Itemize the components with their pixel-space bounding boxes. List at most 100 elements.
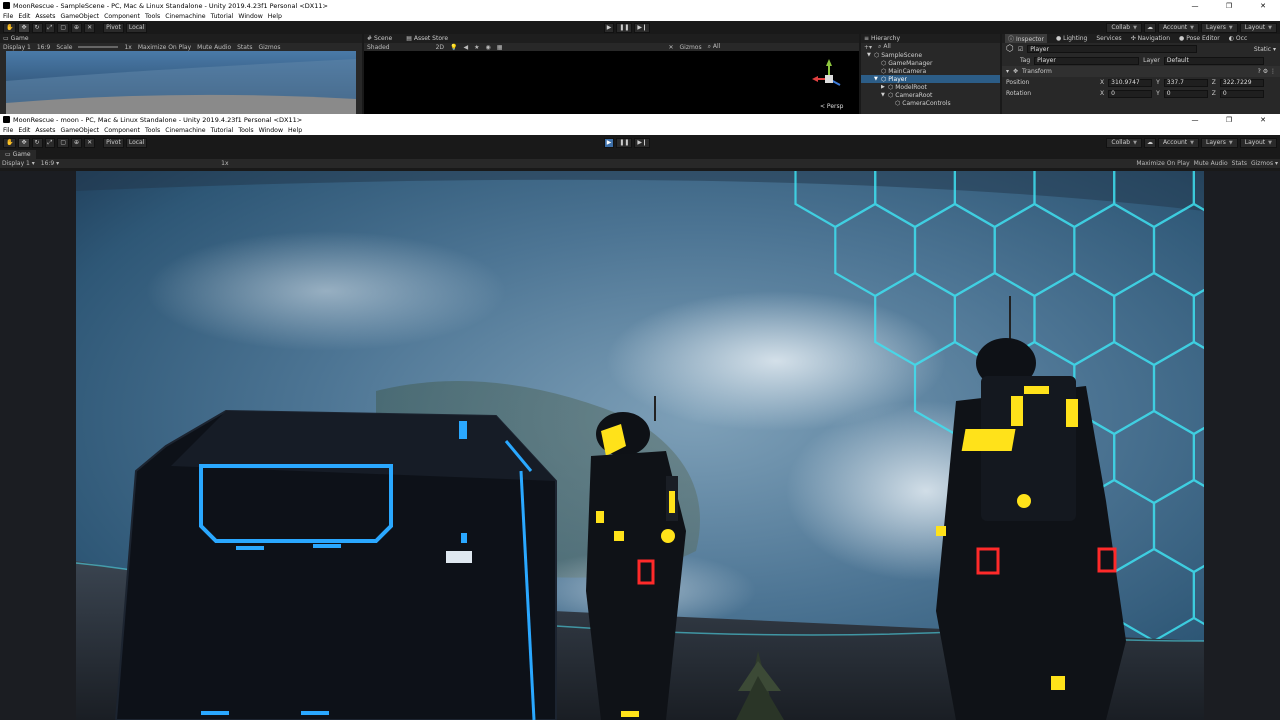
2d-toggle[interactable]: 2D bbox=[436, 44, 444, 51]
layout-dropdown[interactable]: Layout ▼ bbox=[1239, 22, 1278, 33]
hierarchy-search[interactable]: ⌕ All bbox=[878, 43, 891, 51]
tab-pose-editor[interactable]: ● Pose Editor bbox=[1179, 35, 1220, 42]
aspect-dropdown[interactable]: 16:9 bbox=[37, 44, 50, 51]
menu-edit[interactable]: Edit bbox=[18, 13, 30, 20]
minimize-icon[interactable]: — bbox=[1178, 116, 1212, 124]
pivot-toggle[interactable]: Pivot bbox=[103, 22, 124, 33]
display-dropdown[interactable]: Display 1 ▾ bbox=[2, 160, 35, 167]
expand-toggle-icon[interactable]: ▼ bbox=[874, 76, 881, 82]
rotation-x-field[interactable]: 0 bbox=[1108, 89, 1153, 98]
tab-asset-store[interactable]: ▤ Asset Store bbox=[406, 35, 448, 42]
layer-dropdown[interactable]: Default bbox=[1163, 56, 1264, 65]
active-checkbox[interactable]: ☑ bbox=[1018, 46, 1023, 53]
display-dropdown[interactable]: Display 1 bbox=[3, 44, 31, 51]
local-toggle[interactable]: Local bbox=[125, 22, 148, 33]
step-button[interactable]: ▶❙ bbox=[634, 137, 651, 148]
hand-tool-icon[interactable]: ✋ bbox=[3, 137, 17, 148]
play-button[interactable]: ▶ bbox=[603, 22, 615, 33]
cloud-icon[interactable]: ☁ bbox=[1143, 22, 1156, 33]
position-x-field[interactable]: 310.9747 bbox=[1108, 78, 1153, 87]
tag-dropdown[interactable]: Player bbox=[1034, 56, 1140, 65]
collab-dropdown[interactable]: Collab ▼ bbox=[1106, 137, 1142, 148]
tab-inspector[interactable]: ⓘ Inspector bbox=[1005, 34, 1047, 43]
expand-toggle-icon[interactable]: ▼ bbox=[881, 92, 888, 98]
move-tool-icon[interactable]: ✥ bbox=[18, 137, 30, 148]
pivot-toggle[interactable]: Pivot bbox=[103, 137, 124, 148]
tab-game[interactable]: ▭ Game bbox=[0, 150, 36, 159]
close-icon[interactable]: ✕ bbox=[1246, 2, 1280, 10]
tab-lighting[interactable]: ● Lighting bbox=[1056, 35, 1087, 42]
scale-tool-icon[interactable]: ⤢ bbox=[44, 22, 56, 33]
pause-button[interactable]: ❚❚ bbox=[616, 137, 633, 148]
menu-help[interactable]: Help bbox=[288, 127, 302, 134]
menu-window[interactable]: Window bbox=[259, 127, 283, 134]
hierarchy-item[interactable]: ▶ ⬡ ModelRoot bbox=[861, 83, 1000, 91]
maximize-on-play-toggle[interactable]: Maximize On Play bbox=[138, 44, 191, 51]
rotate-tool-icon[interactable]: ↻ bbox=[31, 22, 43, 33]
component-menu-icon[interactable]: ? ⚙ ⋮ bbox=[1258, 68, 1276, 75]
audio-icon[interactable]: ◀ bbox=[464, 44, 469, 51]
custom-tool-icon[interactable]: ✕ bbox=[84, 137, 96, 148]
gizmos-dropdown[interactable]: Gizmos ▾ bbox=[1251, 160, 1278, 167]
effects-icon[interactable]: ★ bbox=[474, 44, 479, 51]
rotation-z-field[interactable]: 0 bbox=[1219, 89, 1264, 98]
tab-game[interactable]: ▭ Game bbox=[0, 34, 362, 43]
game-viewport[interactable] bbox=[76, 171, 1204, 720]
play-button[interactable]: ▶ bbox=[603, 137, 615, 148]
menu-help[interactable]: Help bbox=[268, 13, 282, 20]
mute-audio-toggle[interactable]: Mute Audio bbox=[197, 44, 231, 51]
move-tool-icon[interactable]: ✥ bbox=[18, 22, 30, 33]
transform-tool-icon[interactable]: ⊕ bbox=[71, 137, 83, 148]
position-z-field[interactable]: 322.7229 bbox=[1219, 78, 1264, 87]
menu-window[interactable]: Window bbox=[238, 13, 262, 20]
menu-assets[interactable]: Assets bbox=[35, 127, 55, 134]
maximize-icon[interactable]: ❐ bbox=[1212, 2, 1246, 10]
transform-header[interactable]: ▾ ✥ Transform ? ⚙ ⋮ bbox=[1002, 66, 1280, 77]
static-toggle[interactable]: Static ▾ bbox=[1254, 46, 1276, 53]
maximize-on-play-toggle[interactable]: Maximize On Play bbox=[1136, 160, 1189, 167]
menu-assets[interactable]: Assets bbox=[35, 13, 55, 20]
tab-hierarchy[interactable]: ≡ Hierarchy bbox=[861, 34, 1000, 43]
persp-label[interactable]: < Persp bbox=[820, 103, 843, 110]
hierarchy-item[interactable]: ▼ ⬡ SampleScene bbox=[861, 51, 1000, 59]
scale-tool-icon[interactable]: ⤢ bbox=[44, 137, 56, 148]
position-y-field[interactable]: 337.7 bbox=[1163, 78, 1208, 87]
grid-icon[interactable]: ▦ bbox=[497, 44, 503, 51]
light-icon[interactable]: 💡 bbox=[450, 44, 457, 51]
layers-dropdown[interactable]: Layers ▼ bbox=[1201, 137, 1238, 148]
menu-component[interactable]: Component bbox=[104, 127, 140, 134]
pause-button[interactable]: ❚❚ bbox=[616, 22, 633, 33]
menu-file[interactable]: File bbox=[3, 13, 13, 20]
close-icon[interactable]: ✕ bbox=[1246, 116, 1280, 124]
transform-tool-icon[interactable]: ⊕ bbox=[71, 22, 83, 33]
menu-tutorial[interactable]: Tutorial bbox=[211, 13, 234, 20]
menu-component[interactable]: Component bbox=[104, 13, 140, 20]
menu-edit[interactable]: Edit bbox=[18, 127, 30, 134]
stats-toggle[interactable]: Stats bbox=[1232, 160, 1247, 167]
gizmos-dropdown[interactable]: Gizmos bbox=[258, 44, 280, 51]
object-name-field[interactable]: Player bbox=[1027, 45, 1198, 53]
stats-toggle[interactable]: Stats bbox=[237, 44, 252, 51]
hidden-icon[interactable]: ◉ bbox=[486, 44, 491, 51]
mute-audio-toggle[interactable]: Mute Audio bbox=[1194, 160, 1228, 167]
menu-tools[interactable]: Tools bbox=[145, 127, 160, 134]
scene-gizmo[interactable] bbox=[364, 51, 859, 114]
expand-toggle-icon[interactable]: ▶ bbox=[881, 84, 888, 90]
layers-dropdown[interactable]: Layers ▼ bbox=[1201, 22, 1238, 33]
account-dropdown[interactable]: Account ▼ bbox=[1157, 22, 1200, 33]
menu-file[interactable]: File bbox=[3, 127, 13, 134]
rect-tool-icon[interactable]: ▢ bbox=[57, 22, 70, 33]
hand-tool-icon[interactable]: ✋ bbox=[3, 22, 17, 33]
menu-cinemachine[interactable]: Cinemachine bbox=[165, 127, 205, 134]
cloud-icon[interactable]: ☁ bbox=[1143, 137, 1156, 148]
add-icon[interactable]: +▾ bbox=[864, 44, 872, 51]
hierarchy-item[interactable]: ▼ ⬡ Player bbox=[861, 75, 1000, 83]
tab-scene[interactable]: # Scene bbox=[367, 35, 392, 42]
account-dropdown[interactable]: Account ▼ bbox=[1157, 137, 1200, 148]
hierarchy-item[interactable]: ⬡ GameManager bbox=[861, 59, 1000, 67]
menu-cinemachine[interactable]: Cinemachine bbox=[165, 13, 205, 20]
rect-tool-icon[interactable]: ▢ bbox=[57, 137, 70, 148]
tab-occ[interactable]: ◐ Occ bbox=[1229, 35, 1248, 42]
tab-services[interactable]: Services bbox=[1096, 35, 1121, 42]
expand-toggle-icon[interactable]: ▼ bbox=[867, 52, 874, 58]
